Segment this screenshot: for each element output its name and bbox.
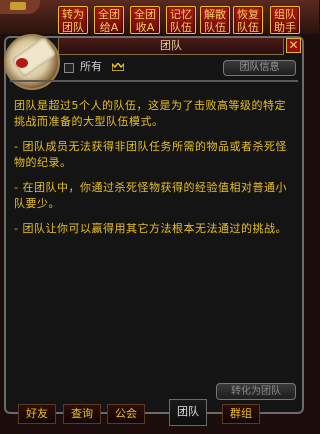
description-paragraph: - 在团队中，你通过杀死怪物获得的经验值相对普通小队要少。 <box>14 181 287 210</box>
restore-party-button[interactable]: 恢复队伍 <box>233 6 263 34</box>
convert-to-raid-bottom-button[interactable]: 转化为团队 <box>216 383 296 400</box>
take-all-a-button[interactable]: 全团收A <box>130 6 160 34</box>
disband-party-button[interactable]: 解散队伍 <box>200 6 230 34</box>
window-title-bar[interactable]: 团队 <box>58 37 284 55</box>
tab-who[interactable]: 查询 <box>63 404 101 424</box>
give-all-a-button[interactable]: 全团给A <box>94 6 124 34</box>
show-all-label: 所有 <box>80 60 102 73</box>
tab-groups[interactable]: 群组 <box>222 404 260 424</box>
tab-guild[interactable]: 公会 <box>107 404 145 424</box>
close-button[interactable]: ✕ <box>286 38 301 53</box>
corner-ornament <box>0 0 40 14</box>
divider <box>10 80 298 82</box>
description-paragraph: - 团队让你可以赢得用其它方法根本无法通过的挑战。 <box>14 222 287 235</box>
show-all-checkbox[interactable] <box>64 63 74 73</box>
raid-info-button[interactable]: 团队信息 <box>223 60 296 76</box>
tab-raid[interactable]: 团队 <box>169 399 207 426</box>
description-paragraph: - 团队成员无法获得非团队任务所需的物品或者杀死怪物的纪录。 <box>14 140 287 169</box>
tab-friends[interactable]: 好友 <box>18 404 56 424</box>
description-paragraph: 团队是超过5个人的队伍，这是为了击败高等级的特定挑战而准备的大型队伍模式。 <box>14 99 286 128</box>
party-helper-button[interactable]: 组队助手 <box>270 6 300 34</box>
raid-description: 团队是超过5个人的队伍，这是为了击败高等级的特定挑战而准备的大型队伍模式。 - … <box>14 98 294 246</box>
convert-to-raid-button[interactable]: 转为团队 <box>58 6 88 34</box>
crown-icon <box>112 63 124 71</box>
window-title: 团队 <box>160 39 182 52</box>
remember-party-button[interactable]: 记忆队伍 <box>166 6 196 34</box>
